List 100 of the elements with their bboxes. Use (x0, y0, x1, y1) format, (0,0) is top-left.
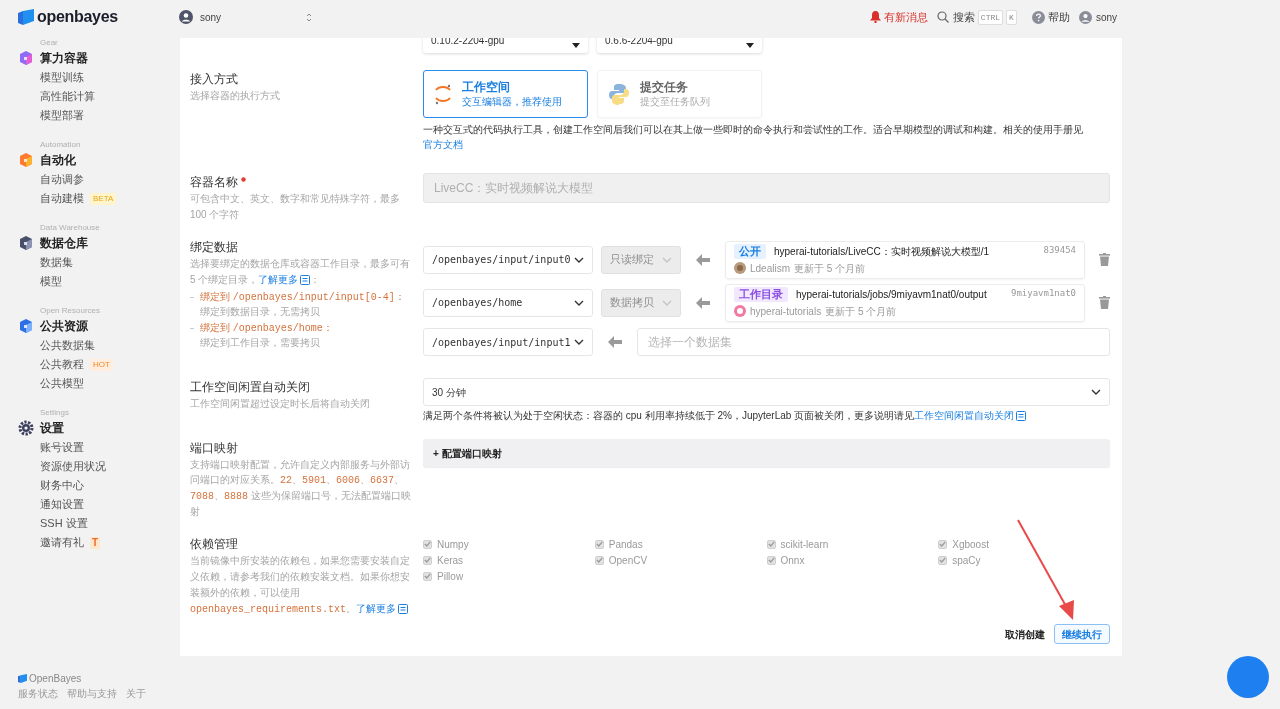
sidebar-item[interactable]: 公共教程 (40, 356, 84, 373)
option-subtitle: 提交至任务队列 (640, 95, 710, 109)
sidebar-item[interactable]: 资源使用状况 (40, 458, 106, 475)
mode-option[interactable]: 工作空间 交互编辑器，推荐使用 (423, 70, 588, 118)
user-menu[interactable]: sony (1078, 9, 1117, 25)
sidebar-item[interactable]: 公共模型 (40, 375, 84, 392)
search-button[interactable]: 搜索 (936, 8, 975, 26)
dropdown[interactable]: 30 分钟 (423, 378, 1110, 406)
add-port-mapping-button[interactable]: + 配置端口映射 (423, 439, 1110, 467)
sidebar-item[interactable]: 数据集 (40, 254, 73, 271)
binding-hint: 选择要绑定的数据仓库或容器工作目录，最多可有 5 个绑定目录，了解更多 ： (190, 257, 411, 287)
checkbox[interactable] (423, 555, 432, 565)
nav-group-title[interactable]: 自动化 (40, 151, 76, 169)
field-label: 容器名称 (190, 174, 238, 191)
mode-option[interactable]: 提交任务 提交至任务队列 (597, 70, 762, 118)
check-icon (424, 541, 431, 547)
link[interactable]: 官方文档 (423, 139, 463, 150)
checkbox[interactable] (938, 555, 948, 565)
field-label: 端口映射 (190, 440, 238, 457)
checkbox[interactable] (766, 555, 776, 565)
dropdown[interactable]: /openbayes/home (423, 288, 593, 317)
field-hint: 选择容器的执行方式 (190, 89, 281, 103)
cube-icon (18, 318, 34, 334)
option-title: 工作空间 (462, 79, 511, 95)
shortcut-key: K (1006, 9, 1017, 25)
check-icon (939, 541, 947, 547)
nav-group-title[interactable]: 公共资源 (40, 317, 88, 335)
link[interactable]: 了解更多 (356, 603, 409, 614)
dropdown[interactable]: /openbayes/input/input0 (423, 245, 593, 274)
dataset-owner: Ldealism (750, 261, 791, 276)
external-link-icon (300, 275, 311, 285)
binding-rule-note: 绑定到工作目录，需要拷贝 (200, 336, 321, 350)
sidebar-item[interactable]: 自动调参 (40, 171, 84, 188)
nav-group-title[interactable]: 数据仓库 (40, 234, 88, 252)
brand-name: openbayes (37, 7, 118, 27)
search-icon (936, 11, 949, 23)
left-arrow-icon (696, 296, 710, 309)
checkbox[interactable] (423, 571, 432, 581)
nav-group-title[interactable]: 设置 (40, 419, 64, 437)
dataset-card[interactable]: 公开 hyperai-tutorials/LiveCC：实时视频解说大模型/1 839454 Ldealism 更新于 5 个月前 (725, 240, 1085, 279)
link[interactable]: 了解更多 (258, 274, 311, 285)
badge: T (90, 536, 101, 549)
dataset-card[interactable]: 工作目录 hyperai-tutorials/jobs/9miyavm1nat0/output 9miyavm1nat0 hyperai-tutorials 更新于 5 个月前 (725, 283, 1085, 322)
trash-icon[interactable] (1099, 253, 1110, 266)
package-label: OpenCV (608, 553, 648, 568)
dataset-field[interactable]: 选择一个数据集 (637, 328, 1110, 356)
chevron-down-icon (662, 299, 672, 306)
user-avatar-icon (179, 10, 193, 24)
dropdown[interactable]: /openbayes/input/input1 (423, 328, 593, 356)
sidebar-item[interactable]: 高性能计算 (40, 88, 95, 105)
chevron-down-icon (574, 299, 584, 306)
left-arrow-icon (608, 336, 622, 348)
avatar-icon (734, 305, 746, 317)
sidebar-item[interactable]: 模型训练 (40, 69, 84, 86)
dataset-title: hyperai-tutorials/jobs/9miyavm1nat0/output (796, 287, 987, 302)
field-label: 依赖管理 (190, 536, 238, 553)
gear-icon (18, 420, 34, 436)
orbit-icon (434, 83, 452, 105)
snake-logo-icon (608, 83, 630, 105)
cancel-button[interactable]: 取消创建 (1005, 626, 1045, 642)
package-label: Keras (437, 553, 464, 568)
sidebar-item[interactable]: 财务中心 (40, 477, 84, 494)
dash-icon (190, 297, 194, 298)
tag: 工作目录 (734, 286, 788, 302)
sidebar-item[interactable]: 模型 (40, 273, 62, 290)
checkbox[interactable] (594, 539, 604, 549)
account-switcher[interactable]: sony (179, 9, 312, 25)
option-subtitle: 交互编辑器，推荐使用 (462, 95, 562, 109)
trash-icon[interactable] (1099, 296, 1110, 309)
sidebar-item[interactable]: 账号设置 (40, 439, 84, 456)
updated-time: 更新于 5 个月前 (794, 261, 866, 276)
checkbox[interactable] (594, 555, 604, 565)
check-icon (767, 557, 775, 563)
check-icon (939, 557, 947, 563)
notification-button[interactable]: 有新消息 (869, 8, 928, 26)
link[interactable]: 工作空间闲置自动关闭 (914, 410, 1027, 421)
nav-group-title[interactable]: 算力容器 (40, 49, 88, 67)
package-label: Pillow (437, 569, 464, 584)
field-label: 接入方式 (190, 71, 238, 88)
dataset-owner: hyperai-tutorials (750, 304, 822, 319)
submit-button[interactable]: 继续执行 (1054, 624, 1110, 644)
sidebar-item[interactable]: 自动建模 (40, 190, 84, 207)
option-title: 提交任务 (640, 79, 689, 95)
sidebar-item[interactable]: 公共数据集 (40, 337, 95, 354)
caret-down-icon (746, 43, 754, 48)
dataset-id: 839454 (1043, 244, 1076, 258)
sidebar-item[interactable]: SSH 设置 (40, 515, 88, 532)
package-label: scikit-learn (780, 537, 829, 552)
field-label: 工作空间闲置自动关闭 (190, 379, 310, 396)
external-link-icon (398, 604, 409, 614)
package-label: Xgboost (952, 537, 989, 552)
floating-action-button[interactable] (1227, 656, 1269, 698)
sidebar-item[interactable]: 模型部署 (40, 107, 84, 124)
help-button[interactable]: 帮助 (1031, 8, 1070, 26)
checkbox[interactable] (423, 539, 432, 549)
checkbox[interactable] (766, 539, 776, 549)
sidebar-item[interactable]: 邀请有礼 (40, 534, 84, 551)
chevron-down-icon (1091, 389, 1101, 395)
sidebar-item[interactable]: 通知设置 (40, 496, 84, 513)
checkbox[interactable] (938, 539, 948, 549)
